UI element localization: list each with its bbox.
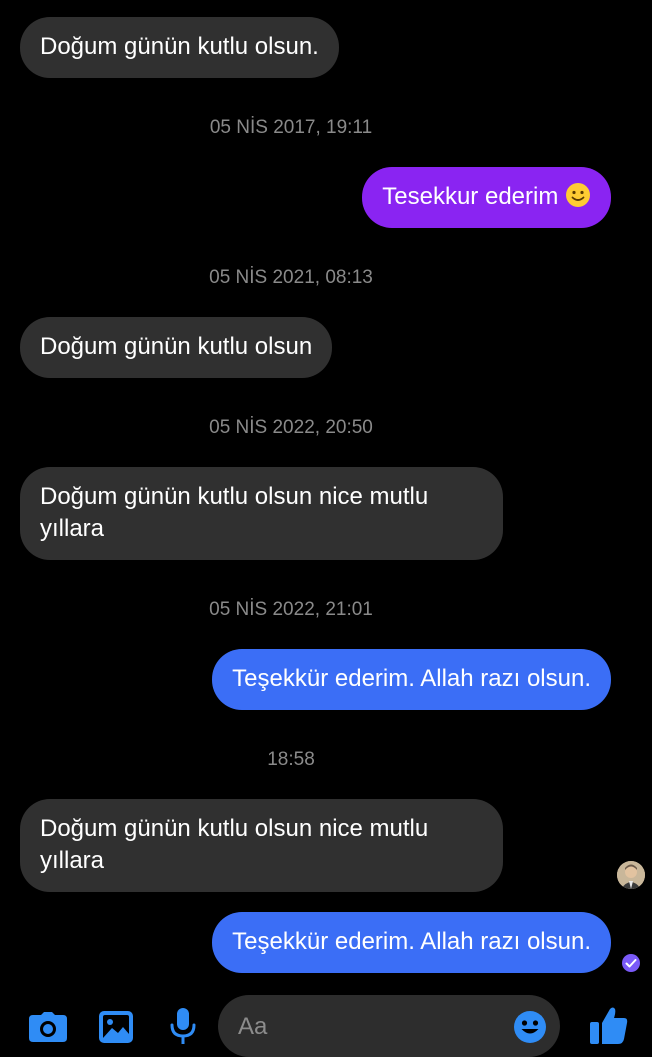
- message-text: Doğum günün kutlu olsun.: [40, 33, 319, 60]
- timestamp: 18:58: [267, 749, 315, 770]
- read-check-icon: [622, 954, 640, 972]
- timestamp: 05 NİS 2021, 08:13: [209, 267, 373, 288]
- message-text: Teşekkür ederim. Allah razı olsun.: [232, 928, 591, 955]
- timestamp: 05 NİS 2022, 21:01: [209, 599, 373, 620]
- seen-by-avatar: [617, 861, 645, 889]
- message-composer: Aa: [0, 990, 652, 1057]
- message-text-line: yıllara: [40, 515, 105, 542]
- emoji-icon[interactable]: [513, 1010, 547, 1044]
- gallery-icon[interactable]: [99, 1011, 133, 1043]
- camera-icon[interactable]: [29, 1012, 67, 1042]
- slightly-smiling-face-emoji-icon: [566, 183, 590, 207]
- timestamp: 05 NİS 2022, 20:50: [209, 417, 373, 438]
- timestamp: 05 NİS 2017, 19:11: [209, 117, 373, 138]
- thumbs-up-icon[interactable]: [590, 1006, 628, 1044]
- message-text-line: Doğum günün kutlu olsun nice mutlu: [40, 483, 429, 510]
- message-text: Teşekkür ederim. Allah razı olsun.: [232, 665, 591, 692]
- incoming-message[interactable]: Doğum günün kutlu olsun nice mutlu yılla…: [20, 467, 503, 560]
- incoming-message[interactable]: Doğum günün kutlu olsun nice mutlu yılla…: [20, 799, 503, 892]
- message-input-placeholder: Aa: [238, 1013, 268, 1040]
- outgoing-message[interactable]: Tesekkur ederim: [362, 167, 611, 228]
- message-text-line: yıllara: [40, 847, 105, 874]
- microphone-icon[interactable]: [170, 1008, 196, 1044]
- message-text: Doğum günün kutlu olsun: [40, 333, 313, 360]
- message-text-line: Doğum günün kutlu olsun nice mutlu: [40, 815, 429, 842]
- message-text: Tesekkur ederim: [382, 183, 559, 210]
- message-input[interactable]: Aa: [218, 995, 560, 1057]
- outgoing-message[interactable]: Teşekkür ederim. Allah razı olsun.: [212, 649, 611, 710]
- outgoing-message[interactable]: Teşekkür ederim. Allah razı olsun.: [212, 912, 611, 973]
- incoming-message[interactable]: Doğum günün kutlu olsun.: [20, 17, 339, 78]
- incoming-message[interactable]: Doğum günün kutlu olsun: [20, 317, 333, 378]
